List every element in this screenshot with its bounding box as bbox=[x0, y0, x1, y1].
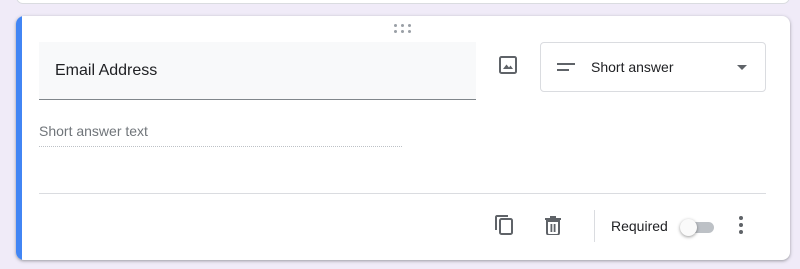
more-vert-icon bbox=[739, 216, 743, 220]
duplicate-button[interactable] bbox=[490, 211, 518, 239]
required-toggle[interactable] bbox=[680, 219, 716, 236]
required-label: Required bbox=[611, 218, 668, 234]
active-accent-bar bbox=[16, 16, 22, 260]
question-card[interactable]: Email Address Short answer Short answer … bbox=[16, 16, 790, 260]
toggle-thumb bbox=[680, 219, 697, 236]
short-answer-placeholder: Short answer text bbox=[39, 123, 402, 147]
image-icon bbox=[499, 56, 517, 74]
previous-question-card bbox=[16, 0, 790, 4]
delete-button[interactable] bbox=[539, 211, 567, 239]
toolbar-separator bbox=[594, 210, 595, 242]
question-type-label: Short answer bbox=[591, 59, 674, 75]
more-options-button[interactable] bbox=[730, 211, 752, 239]
footer-divider bbox=[39, 193, 766, 194]
short-text-icon bbox=[557, 61, 575, 73]
question-title-input[interactable]: Email Address bbox=[39, 42, 476, 100]
question-title-text: Email Address bbox=[55, 62, 158, 79]
delete-icon bbox=[545, 216, 561, 235]
add-image-button[interactable] bbox=[494, 51, 522, 79]
drag-handle-icon[interactable] bbox=[394, 24, 412, 34]
question-type-dropdown[interactable]: Short answer bbox=[540, 42, 766, 92]
duplicate-icon bbox=[495, 215, 513, 235]
dropdown-arrow-icon bbox=[737, 65, 747, 70]
